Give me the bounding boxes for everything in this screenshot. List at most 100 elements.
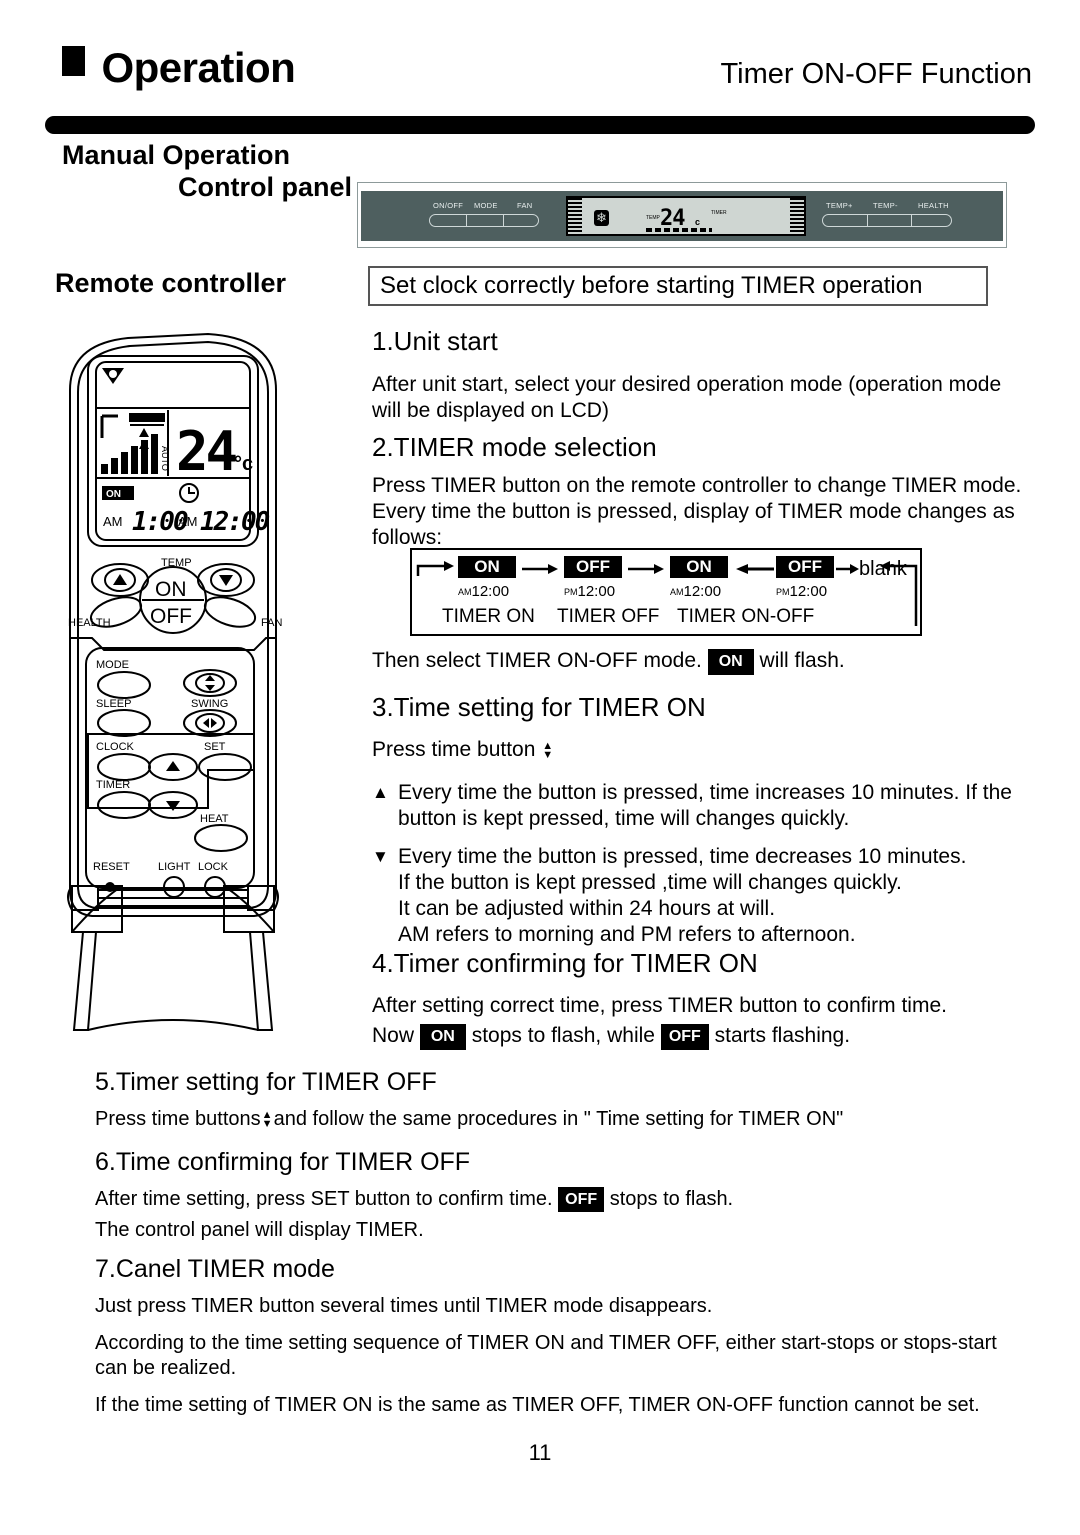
section-7-line-1: Just press TIMER button several times un… <box>95 1295 713 1317</box>
section-4-l2-b: stops to flash, while <box>471 1024 655 1047</box>
section-5-body: Press time buttons ▲ ▼ and follow the same … <box>95 1107 1000 1132</box>
label-timer: TIMER <box>96 779 130 791</box>
cp-label-temp-minus: TEMP- <box>873 201 898 210</box>
bullet-decrease-l3: It can be adjusted within 24 hours at wi… <box>398 897 776 920</box>
seq-arrow-1-icon <box>628 564 664 574</box>
label-light: LIGHT <box>158 861 191 873</box>
callout-text: Set clock correctly before starting TIME… <box>380 272 923 299</box>
callout-box: Set clock correctly before starting TIME… <box>368 266 988 306</box>
seq-ampm-0: AM <box>458 587 472 597</box>
tag-on-flash: ON <box>707 649 754 675</box>
seq-clock-3: 12:00 <box>789 583 828 600</box>
section-1-heading: 1.Unit start <box>372 326 498 356</box>
heat-button <box>194 824 248 852</box>
svg-text:ON: ON <box>106 489 121 500</box>
bullet-increase-text: Every time the button is pressed, time i… <box>398 781 1012 830</box>
section-6-line-2: The control panel will display TIMER. <box>95 1219 424 1241</box>
seq-tag-2: ON <box>670 556 728 578</box>
cp-label-mode: MODE <box>474 201 498 210</box>
manual-page: Operation Timer ON-OFF Function Manual O… <box>0 0 1080 1535</box>
section-5-a: Press time buttons <box>95 1108 261 1130</box>
section-3-press: Press time button <box>372 738 536 761</box>
seq-name-1: TIMER OFF <box>557 606 660 627</box>
seq-arrow-2-left-icon <box>736 564 774 574</box>
label-clock: CLOCK <box>96 741 135 753</box>
sleep-button <box>97 709 151 737</box>
section-3-bullets: ▲ Every time the button is pressed, time… <box>372 780 1022 960</box>
cp-label-fan: FAN <box>517 201 533 210</box>
remote-controller-illustration: AUTO 24 °c ON AM 1:00 AM 12:00 TEMP ON O… <box>58 330 348 1050</box>
tag-off-starts: OFF <box>660 1024 709 1050</box>
bullet-decrease: ▼ Every time the button is pressed, time… <box>372 844 1022 948</box>
section-7: 7.Canel TIMER mode Just press TIMER butt… <box>95 1255 1000 1430</box>
page-title: Operation <box>101 44 296 91</box>
bullet-decrease-l1: Every time the button is pressed, time d… <box>398 845 967 868</box>
up-arrow-icon <box>113 574 127 585</box>
lcd-grill-left-icon <box>568 198 582 234</box>
up-down-arrow-icon: ▲ ▼ <box>542 740 554 761</box>
timer-button <box>97 791 151 819</box>
seq-tag-0: ON <box>458 556 516 578</box>
cp-label-temp-plus: TEMP+ <box>826 201 853 210</box>
control-panel-body: ON/OFF MODE FAN ❄ TEMP 24 c TIMER TEMP+ … <box>361 191 1003 241</box>
fan-button <box>203 596 257 628</box>
seq-time-0: AM12:00 <box>458 583 509 600</box>
label-reset: RESET <box>93 861 130 873</box>
section-2: 2.TIMER mode selection <box>372 432 1022 471</box>
section-4-l2-c: starts flashing. <box>714 1024 851 1047</box>
label-set: SET <box>204 741 226 753</box>
label-swing: SWING <box>191 698 228 710</box>
signal-icon <box>102 368 124 384</box>
lcd-temp-unit: c <box>695 217 701 227</box>
seq-tag-3: OFF <box>776 556 834 578</box>
label-sleep: SLEEP <box>96 698 131 710</box>
section-7-heading: 7.Canel TIMER mode <box>95 1255 335 1283</box>
remote-lcd-unit: °c <box>234 453 253 475</box>
section-title: Timer ON-OFF Function <box>720 58 1032 90</box>
page-header: Operation Timer ON-OFF Function <box>62 44 1032 114</box>
section-7-line-3: If the time setting of TIMER ON is the s… <box>95 1394 980 1416</box>
lcd-segment-bars <box>646 228 712 232</box>
seq-ampm-2: AM <box>670 587 684 597</box>
tag-on-stops: ON <box>419 1024 466 1050</box>
section-2-body: Press TIMER button on the remote control… <box>372 474 1022 549</box>
remote-lcd-temperature: 24 <box>176 420 237 483</box>
seq-name-0: TIMER ON <box>442 606 535 627</box>
section-4: 4.Timer confirming for TIMER ON <box>372 948 1022 987</box>
up-triangle-icon: ▲ <box>372 783 389 802</box>
label-lock: LOCK <box>198 861 229 873</box>
seq-tag-1: OFF <box>564 556 622 578</box>
then-select-post: will flash. <box>759 649 845 672</box>
section-1-body: After unit start, select your desired op… <box>372 373 1002 422</box>
seq-clock-0: 12:00 <box>471 583 510 600</box>
section-3: 3.Time setting for TIMER ON <box>372 692 1022 731</box>
header-rule <box>45 116 1035 134</box>
seq-arrow-3-icon <box>836 564 859 574</box>
label-fan: FAN <box>261 617 282 629</box>
bullet-square-icon <box>62 46 85 76</box>
section-6-heading: 6.Time confirming for TIMER OFF <box>95 1148 471 1176</box>
cp-right-button-group[interactable] <box>822 214 952 227</box>
seq-name-2: TIMER ON-OFF <box>677 606 815 627</box>
lcd-timer-label: TIMER <box>711 210 727 216</box>
page-number: 11 <box>528 1440 552 1465</box>
timer-on-ampm: AM <box>103 514 123 529</box>
clock-button <box>97 753 151 781</box>
clock-ampm: AM <box>178 514 198 529</box>
section-6-line-1: After time setting, press SET button to … <box>95 1187 1000 1212</box>
seq-time-2: AM12:00 <box>670 583 721 600</box>
heading-manual-operation: Manual Operation <box>62 140 291 170</box>
section-4-heading: 4.Timer confirming for TIMER ON <box>372 948 758 978</box>
bullet-decrease-l4: AM refers to morning and PM refers to af… <box>398 923 856 946</box>
label-mode: MODE <box>96 659 129 671</box>
on-label: ON <box>155 578 187 601</box>
section-4-l2-a: Now <box>372 1024 415 1047</box>
seq-clock-1: 12:00 <box>577 583 616 600</box>
timer-sequence-diagram: ON OFF ON OFF blank AM12:00 PM12:00 AM12… <box>410 548 922 636</box>
bullet-increase: ▲ Every time the button is pressed, time… <box>372 780 1022 832</box>
snowflake-icon: ❄ <box>594 210 609 226</box>
seq-clock-2: 12:00 <box>683 583 722 600</box>
loop-arrow-in-icon <box>416 561 454 576</box>
cp-left-button-group[interactable] <box>429 214 539 227</box>
section-4-line-1: After setting correct time, press TIMER … <box>372 994 947 1017</box>
